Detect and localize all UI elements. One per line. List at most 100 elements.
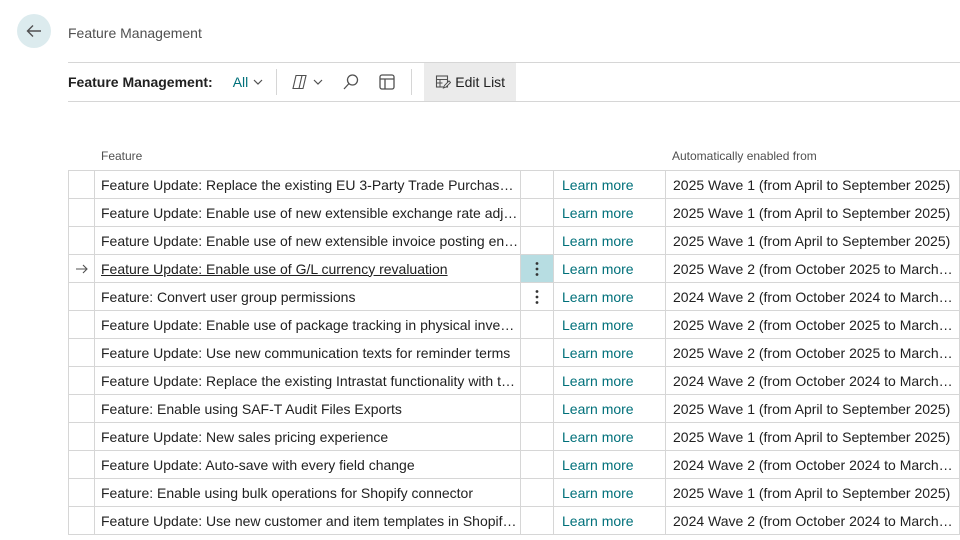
view-filter-dropdown[interactable]: All [233, 74, 265, 90]
table-row[interactable]: Feature Update: Auto-save with every fie… [68, 451, 960, 479]
more-vertical-icon[interactable] [535, 289, 539, 305]
learn-more-link[interactable]: Learn more [554, 283, 666, 310]
more-vertical-icon[interactable] [535, 261, 539, 277]
table-row[interactable]: Feature Update: Enable use of new extens… [68, 199, 960, 227]
auto-enabled-value: 2024 Wave 2 (from October 2024 to March … [673, 456, 955, 473]
row-actions-cell[interactable] [521, 395, 554, 422]
column-header-automatically-enabled-from[interactable]: Automatically enabled from [672, 149, 817, 163]
chevron-down-icon [313, 79, 323, 85]
feature-cell: Feature: Convert user group permissions [95, 283, 521, 310]
row-actions-cell[interactable] [521, 199, 554, 226]
learn-more-link[interactable]: Learn more [554, 311, 666, 338]
auto-enabled-cell: 2025 Wave 2 (from October 2025 to March … [666, 311, 960, 338]
row-selector[interactable] [68, 339, 95, 366]
feature-cell: Feature Update: Auto-save with every fie… [95, 451, 521, 478]
row-actions-cell[interactable] [521, 339, 554, 366]
page-caption: Feature Management [68, 25, 202, 41]
table-row[interactable]: Feature: Enable using bulk operations fo… [68, 479, 960, 507]
search-button[interactable] [339, 70, 363, 94]
separator [411, 69, 413, 95]
row-selector[interactable] [68, 171, 95, 198]
action-bar: Feature Management: All Edit List [68, 63, 960, 101]
row-actions-cell[interactable] [521, 507, 554, 534]
learn-more-link[interactable]: Learn more [554, 339, 666, 366]
feature-name: Feature Update: Use new communication te… [101, 344, 511, 361]
feature-cell: Feature: Enable using SAF-T Audit Files … [95, 395, 521, 422]
learn-more-link[interactable]: Learn more [554, 255, 666, 282]
filter-pane-button[interactable] [375, 70, 399, 94]
row-selector[interactable] [68, 283, 95, 310]
feature-name: Feature: Enable using bulk operations fo… [101, 484, 474, 501]
row-selector[interactable] [68, 479, 95, 506]
learn-more-link[interactable]: Learn more [554, 395, 666, 422]
row-actions-cell[interactable] [521, 255, 554, 282]
row-selector[interactable] [68, 451, 95, 478]
column-header-feature[interactable]: Feature [101, 149, 142, 163]
feature-cell: Feature Update: Replace the existing Int… [95, 367, 521, 394]
feature-cell[interactable]: Feature Update: Enable use of G/L curren… [95, 255, 521, 282]
row-actions-cell[interactable] [521, 283, 554, 310]
row-selector[interactable] [68, 423, 95, 450]
learn-more-link[interactable]: Learn more [554, 227, 666, 254]
row-selector[interactable] [68, 227, 95, 254]
learn-more-link[interactable]: Learn more [554, 199, 666, 226]
auto-enabled-value: 2024 Wave 2 (from October 2024 to March … [673, 512, 955, 529]
row-selector[interactable] [68, 311, 95, 338]
table-row[interactable]: Feature Update: Enable use of package tr… [68, 311, 960, 339]
search-icon [343, 74, 359, 90]
auto-enabled-value: 2024 Wave 2 (from October 2024 to March … [673, 288, 955, 305]
row-actions-cell[interactable] [521, 423, 554, 450]
auto-enabled-value: 2025 Wave 1 (from April to September 202… [673, 484, 951, 501]
auto-enabled-cell: 2025 Wave 2 (from October 2025 to March … [666, 339, 960, 366]
chevron-down-icon [253, 79, 263, 85]
table-row[interactable]: Feature Update: Enable use of new extens… [68, 227, 960, 255]
back-button[interactable] [17, 14, 51, 48]
feature-cell: Feature Update: Use new communication te… [95, 339, 521, 366]
table-row[interactable]: Feature Update: Enable use of G/L curren… [68, 255, 960, 283]
table-row[interactable]: Feature: Convert user group permissions L… [68, 283, 960, 311]
auto-enabled-value: 2025 Wave 2 (from October 2025 to March … [673, 316, 955, 333]
row-selector[interactable] [68, 507, 95, 534]
row-actions-cell[interactable] [521, 451, 554, 478]
row-selector[interactable] [68, 199, 95, 226]
auto-enabled-value: 2025 Wave 1 (from April to September 202… [673, 204, 951, 221]
filter-pane-icon [379, 74, 395, 90]
table-row[interactable]: Feature Update: New sales pricing experi… [68, 423, 960, 451]
edit-list-button[interactable]: Edit List [424, 63, 517, 101]
auto-enabled-value: 2025 Wave 1 (from April to September 202… [673, 428, 951, 445]
row-actions-cell[interactable] [521, 227, 554, 254]
table-row[interactable]: Feature: Enable using SAF-T Audit Files … [68, 395, 960, 423]
feature-cell: Feature Update: Enable use of new extens… [95, 199, 521, 226]
auto-enabled-cell: 2025 Wave 1 (from April to September 202… [666, 171, 960, 198]
row-selector[interactable] [68, 395, 95, 422]
table-body: Feature Update: Replace the existing EU … [68, 171, 960, 535]
table-row[interactable]: Feature Update: Replace the existing Int… [68, 367, 960, 395]
feature-name[interactable]: Feature Update: Enable use of G/L curren… [101, 261, 448, 277]
copilot-button[interactable] [289, 70, 325, 94]
edit-list-icon [436, 75, 452, 89]
table-row[interactable]: Feature Update: Use new customer and ite… [68, 507, 960, 535]
row-actions-cell[interactable] [521, 311, 554, 338]
learn-more-link[interactable]: Learn more [554, 423, 666, 450]
row-actions-cell[interactable] [521, 479, 554, 506]
learn-more-link[interactable]: Learn more [554, 451, 666, 478]
learn-more-link[interactable]: Learn more [554, 507, 666, 534]
row-actions-cell[interactable] [521, 367, 554, 394]
row-selector[interactable] [68, 367, 95, 394]
feature-cell: Feature Update: New sales pricing experi… [95, 423, 521, 450]
auto-enabled-value: 2025 Wave 1 (from April to September 202… [673, 400, 951, 417]
auto-enabled-cell: 2025 Wave 2 (from October 2025 to March … [666, 255, 960, 282]
feature-name: Feature Update: Auto-save with every fie… [101, 456, 415, 473]
feature-name: Feature Update: New sales pricing experi… [101, 428, 389, 445]
learn-more-link[interactable]: Learn more [554, 171, 666, 198]
feature-cell: Feature: Enable using bulk operations fo… [95, 479, 521, 506]
view-filter-label: All [232, 74, 249, 90]
row-selector[interactable] [68, 255, 95, 282]
feature-name: Feature: Convert user group permissions [101, 288, 356, 305]
feature-cell: Feature Update: Enable use of new extens… [95, 227, 521, 254]
learn-more-link[interactable]: Learn more [554, 479, 666, 506]
table-row[interactable]: Feature Update: Use new communication te… [68, 339, 960, 367]
row-actions-cell[interactable] [521, 171, 554, 198]
learn-more-link[interactable]: Learn more [554, 367, 666, 394]
table-row[interactable]: Feature Update: Replace the existing EU … [68, 171, 960, 199]
